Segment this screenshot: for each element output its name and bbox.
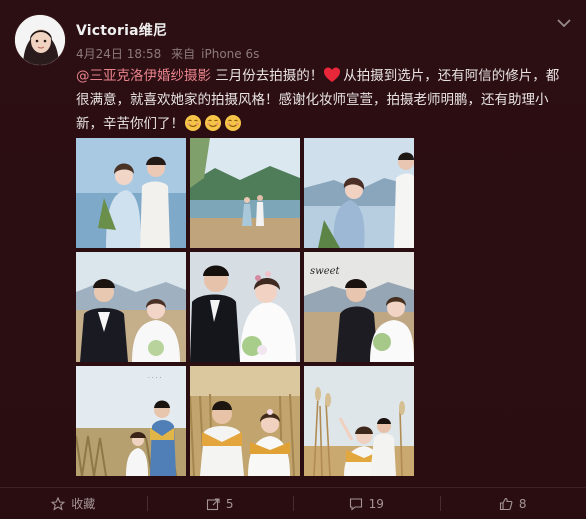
repost-count: 5	[225, 496, 234, 511]
smile-emoji	[184, 114, 202, 132]
source-prefix: 来自	[171, 47, 196, 61]
post-source[interactable]: iPhone 6s	[201, 47, 259, 61]
favorite-button[interactable]: 收藏	[0, 488, 147, 519]
smile-emoji	[204, 114, 222, 132]
heart-emoji	[323, 66, 341, 84]
like-button[interactable]: 8	[439, 488, 586, 519]
post-text-after-heart: 从拍摄到选片，还有阿信的修片，都	[343, 68, 560, 84]
chevron-down-icon[interactable]	[556, 14, 572, 28]
star-icon	[51, 496, 66, 511]
photo-thumbnail[interactable]	[190, 366, 300, 476]
username[interactable]: Victoria维尼	[76, 20, 167, 40]
favorite-label: 收藏	[71, 497, 96, 511]
post-date[interactable]: 4月24日 18:58	[76, 47, 161, 61]
comment-button[interactable]: 19	[293, 488, 440, 519]
smile-emoji	[224, 114, 242, 132]
photo-grid: sweet · · · ·	[76, 138, 416, 480]
post-text: @三亚克洛伊婚纱摄影 三月份去拍摄的！ 从拍摄到选片，还有阿信的修片，都 很满意，…	[76, 64, 580, 136]
photo-thumbnail[interactable]	[304, 366, 414, 476]
repost-button[interactable]: 5	[146, 488, 294, 519]
svg-text:sweet: sweet	[310, 266, 341, 277]
thumbs-up-icon	[499, 497, 513, 510]
photo-thumbnail[interactable]: sweet	[304, 252, 414, 362]
avatar[interactable]	[14, 14, 66, 66]
like-count: 8	[518, 496, 527, 511]
mention-link[interactable]: @三亚克洛伊婚纱摄影	[76, 68, 211, 84]
action-bar: 收藏 5 19 8	[0, 488, 586, 519]
svg-text:· · · ·: · · · ·	[148, 375, 161, 382]
post-meta: 4月24日 18:58 来自 iPhone 6s	[76, 45, 265, 62]
photo-thumbnail[interactable]	[190, 138, 300, 248]
post-text-line2: 很满意，就喜欢她家的拍摄风格！感谢化妆师宣萱，拍摄老师明鹏，还有助理小	[76, 92, 549, 108]
weibo-post-card: Victoria维尼 4月24日 18:58 来自 iPhone 6s @三亚克洛…	[0, 0, 586, 519]
repost-icon	[206, 497, 220, 510]
photo-thumbnail[interactable]	[190, 252, 300, 362]
photo-thumbnail[interactable]	[76, 252, 186, 362]
photo-thumbnail[interactable]	[304, 138, 414, 248]
comment-count: 19	[368, 496, 384, 511]
photo-thumbnail[interactable]	[76, 138, 186, 248]
photo-thumbnail[interactable]: · · · ·	[76, 366, 186, 476]
comment-icon	[349, 497, 362, 511]
post-text-line3: 新，辛苦你们了！	[76, 116, 184, 132]
post-text-line1: 三月份去拍摄的！	[211, 68, 324, 84]
